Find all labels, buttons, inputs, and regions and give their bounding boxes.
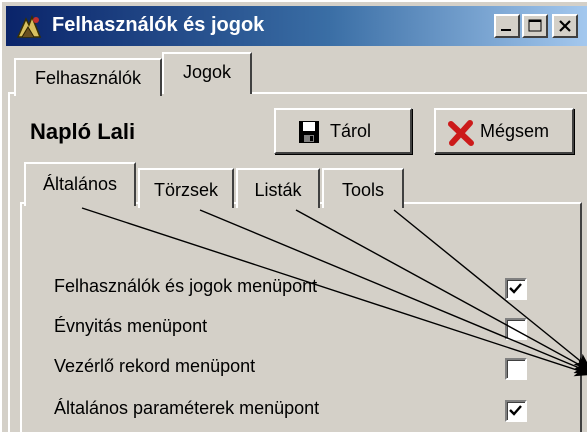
tab-altalanos[interactable]: Általános: [24, 162, 136, 206]
annotation-arrows: [81, 207, 587, 377]
app-window: Felhasználók és jogok Felhasználók Jogok…: [0, 0, 587, 432]
tab-label: Általános: [42, 174, 118, 194]
arrow-to-torzsek: [199, 209, 587, 374]
tab-label: Jogok: [182, 62, 232, 82]
arrow-to-listak: [295, 209, 587, 372]
arrow-to-tools: [393, 209, 587, 370]
arrow-to-altalanos: [81, 207, 587, 377]
tab-jogok[interactable]: Jogok: [162, 52, 252, 94]
